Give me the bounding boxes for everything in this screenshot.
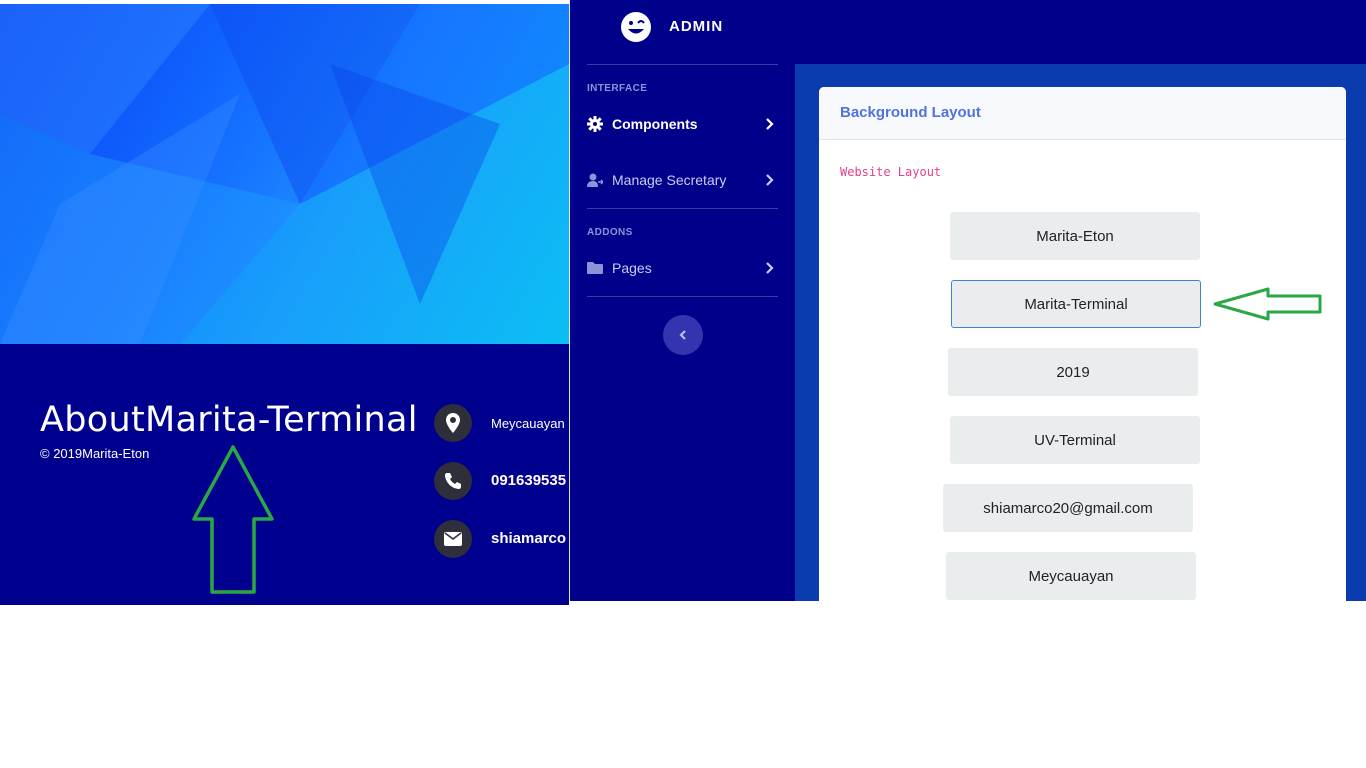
sidebar-divider <box>587 64 778 65</box>
chevron-right-icon <box>766 262 774 274</box>
phone-icon <box>434 462 472 500</box>
chevron-right-icon <box>766 118 774 130</box>
chevron-left-icon <box>679 330 686 340</box>
layout-button-email[interactable]: shiamarco20@gmail.com <box>943 484 1193 532</box>
about-title: AboutMarita-Terminal <box>40 400 418 440</box>
layout-button-marita-terminal[interactable]: Marita-Terminal <box>951 280 1201 328</box>
user-icon <box>587 172 603 188</box>
layout-button-location[interactable]: Meycauayan <box>946 552 1196 600</box>
map-marker-icon <box>434 404 472 442</box>
cog-icon <box>587 116 603 132</box>
green-left-arrow <box>1213 287 1322 321</box>
sidebar-item-label: Manage Secretary <box>612 172 727 188</box>
card-header: Background Layout <box>819 87 1346 140</box>
sidebar-divider <box>587 296 778 297</box>
copyright-text: © 2019Marita-Eton <box>40 446 150 461</box>
admin-topbar: ADMIN <box>570 0 1366 64</box>
sidebar: INTERFACE Components Manage Secretary AD… <box>570 64 795 601</box>
sidebar-item-pages[interactable]: Pages <box>587 257 778 279</box>
hero-background-image <box>0 4 569 344</box>
sidebar-item-label: Components <box>612 116 698 132</box>
sidebar-heading-interface: INTERFACE <box>587 83 648 94</box>
sidebar-item-components[interactable]: Components <box>587 113 778 135</box>
background-layout-card: Background Layout Website Layout Marita-… <box>819 87 1346 601</box>
sidebar-toggle-button[interactable] <box>663 315 703 355</box>
polygon-pattern <box>0 4 569 344</box>
layout-button-marita-eton[interactable]: Marita-Eton <box>950 212 1200 260</box>
footer <box>0 344 569 605</box>
layout-button-uv-terminal[interactable]: UV-Terminal <box>950 416 1200 464</box>
sidebar-item-manage-secretary[interactable]: Manage Secretary <box>587 169 778 191</box>
green-up-arrow <box>192 445 274 594</box>
sidebar-item-label: Pages <box>612 260 652 276</box>
main-content: Background Layout Website Layout Marita-… <box>795 64 1366 601</box>
layout-button-year[interactable]: 2019 <box>948 348 1198 396</box>
admin-panel: ADMIN INTERFACE Components Manage Secret… <box>569 0 1366 601</box>
card-title: Background Layout <box>840 104 981 121</box>
sidebar-heading-addons: ADDONS <box>587 227 633 238</box>
contact-phone: 091639535 <box>491 472 567 489</box>
envelope-icon <box>434 520 472 558</box>
website-layout-label: Website Layout <box>840 165 942 179</box>
footer-edge <box>551 601 569 605</box>
brand-title[interactable]: ADMIN <box>669 18 723 35</box>
laugh-wink-icon <box>621 12 651 42</box>
folder-icon <box>587 260 603 276</box>
sidebar-divider <box>587 208 778 209</box>
chevron-right-icon <box>766 174 774 186</box>
contact-email: shiamarco <box>491 530 567 547</box>
contact-location: Meycauayan <box>491 416 565 431</box>
